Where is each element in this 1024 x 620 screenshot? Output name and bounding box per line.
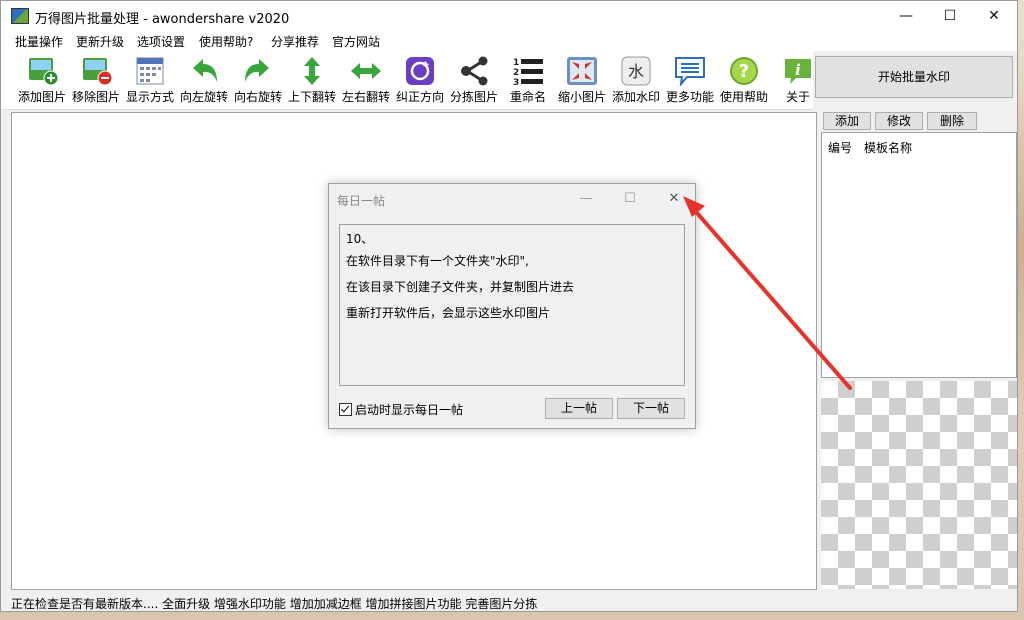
flip-vertical-icon xyxy=(295,56,329,86)
svg-text:3: 3 xyxy=(513,78,519,86)
toolbar-remove-image-button[interactable]: 移除图片 xyxy=(69,54,123,108)
window-title: 万得图片批量处理 - awondershare v2020 xyxy=(35,12,290,27)
app-logo-icon xyxy=(11,8,29,24)
toolbar: 添加图片 移除图片 显示方式 向左旋转 向右旋转 上下翻转 左右翻转 纠正方向 xyxy=(1,51,813,110)
tip-line: 在该目录下创建子文件夹，并复制图片进去 xyxy=(346,280,575,294)
dialog-title: 每日一帖 xyxy=(337,194,386,208)
next-tip-button[interactable]: 下一帖 xyxy=(617,398,685,419)
correct-orientation-icon xyxy=(403,56,437,86)
checkbox-label: 启动时显示每日一帖 xyxy=(355,403,464,417)
column-header-template-name[interactable]: 模板名称 xyxy=(864,139,912,156)
toolbar-help-button[interactable]: ? 使用帮助 xyxy=(717,54,771,108)
toolbar-view-mode-button[interactable]: 显示方式 xyxy=(123,54,177,108)
dialog-close-button[interactable]: ✕ xyxy=(659,188,689,210)
toolbar-rotate-right-button[interactable]: 向右旋转 xyxy=(231,54,285,108)
info-icon: i xyxy=(781,56,815,86)
watermark-icon: 水 xyxy=(619,56,653,86)
rotate-right-icon xyxy=(241,56,275,86)
tip-line: 10、 xyxy=(346,232,374,246)
toolbar-flip-vertical-button[interactable]: 上下翻转 xyxy=(285,54,339,108)
svg-text:?: ? xyxy=(739,61,749,82)
title-bar: 万得图片批量处理 - awondershare v2020 — ☐ ✕ xyxy=(1,1,1017,31)
checkbox-checked-icon[interactable] xyxy=(339,403,352,416)
toolbar-sort-images-button[interactable]: 分拣图片 xyxy=(447,54,501,108)
menu-batch[interactable]: 批量操作 xyxy=(15,33,63,50)
menu-options[interactable]: 选项设置 xyxy=(137,33,185,50)
svg-text:水: 水 xyxy=(628,62,644,81)
daily-tip-dialog: 每日一帖 — ☐ ✕ 10、 在软件目录下有一个文件夹"水印", 在该目录下创建… xyxy=(328,183,696,429)
tip-content: 10、 在软件目录下有一个文件夹"水印", 在该目录下创建子文件夹，并复制图片进… xyxy=(339,224,685,386)
menu-share[interactable]: 分享推荐 xyxy=(271,33,319,50)
numbered-list-icon: 123 xyxy=(511,56,545,88)
toolbar-add-watermark-button[interactable]: 水 添加水印 xyxy=(609,54,663,108)
menu-website[interactable]: 官方网站 xyxy=(332,33,380,50)
template-edit-button[interactable]: 修改 xyxy=(875,112,923,130)
template-list[interactable]: 编号 模板名称 xyxy=(821,132,1017,378)
toolbar-correct-orientation-button[interactable]: 纠正方向 xyxy=(393,54,447,108)
watermark-preview xyxy=(821,381,1017,589)
chat-bubble-icon xyxy=(673,56,707,88)
menu-bar: 批量操作 更新升级 选项设置 使用帮助? 分享推荐 官方网站 xyxy=(1,31,1017,51)
calendar-view-icon xyxy=(133,56,167,86)
show-on-startup-checkbox[interactable]: 启动时显示每日一帖 xyxy=(339,401,463,418)
previous-tip-button[interactable]: 上一帖 xyxy=(545,398,613,419)
svg-text:i: i xyxy=(795,61,801,79)
toolbar-flip-horizontal-button[interactable]: 左右翻转 xyxy=(339,54,393,108)
status-bar: 正在检查是否有最新版本.... 全面升级 增强水印功能 增加加减边框 增加拼接图… xyxy=(1,592,1017,612)
toolbar-rename-button[interactable]: 123 重命名 xyxy=(501,54,555,108)
rotate-left-icon xyxy=(187,56,221,86)
dialog-minimize-button[interactable]: — xyxy=(571,188,601,210)
template-delete-button[interactable]: 删除 xyxy=(927,112,977,130)
column-header-id[interactable]: 编号 xyxy=(828,139,852,156)
tip-line: 在软件目录下有一个文件夹"水印", xyxy=(346,254,529,268)
toolbar-add-image-button[interactable]: 添加图片 xyxy=(15,54,69,108)
menu-help[interactable]: 使用帮助? xyxy=(199,33,253,50)
remove-image-icon xyxy=(79,56,113,86)
template-add-button[interactable]: 添加 xyxy=(823,112,871,130)
maximize-button[interactable]: ☐ xyxy=(927,1,973,31)
status-text: 正在检查是否有最新版本.... 全面升级 增强水印功能 增加加减边框 增加拼接图… xyxy=(11,597,538,611)
dialog-maximize-button[interactable]: ☐ xyxy=(615,188,645,210)
close-button[interactable]: ✕ xyxy=(971,1,1017,31)
shrink-image-icon xyxy=(565,56,599,86)
toolbar-shrink-image-button[interactable]: 缩小图片 xyxy=(555,54,609,108)
menu-update[interactable]: 更新升级 xyxy=(76,33,124,50)
help-icon: ? xyxy=(727,56,761,86)
minimize-button[interactable]: — xyxy=(883,1,929,31)
start-batch-watermark-button[interactable]: 开始批量水印 xyxy=(815,56,1013,98)
tip-line: 重新打开软件后，会显示这些水印图片 xyxy=(346,306,551,320)
svg-text:2: 2 xyxy=(513,68,519,78)
add-image-icon xyxy=(25,56,59,86)
toolbar-more-features-button[interactable]: 更多功能 xyxy=(663,54,717,108)
toolbar-rotate-left-button[interactable]: 向左旋转 xyxy=(177,54,231,108)
svg-text:1: 1 xyxy=(513,58,519,68)
flip-horizontal-icon xyxy=(349,56,383,86)
share-sort-icon xyxy=(457,56,491,86)
